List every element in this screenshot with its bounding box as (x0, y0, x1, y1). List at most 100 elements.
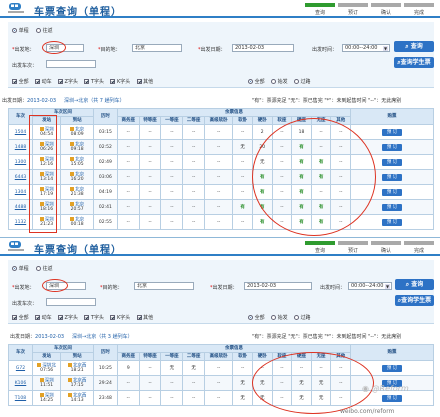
terminal-badge-icon (70, 156, 75, 161)
train-number-link[interactable]: G72 (8, 360, 33, 376)
train-icon (8, 241, 24, 251)
seat-availability: -- (116, 124, 140, 140)
watermark-url: weibo.com/reform (340, 408, 395, 415)
duration-cell: 04:19 (92, 184, 118, 200)
book-cell: 预 订 (350, 214, 434, 230)
filter-other[interactable]: 其他 (136, 315, 153, 321)
date-input[interactable]: 2013-02-03 (244, 282, 312, 290)
filter-z[interactable]: Z字头 (57, 315, 78, 321)
seat-availability: -- (138, 154, 162, 170)
seat-availability: 9 (116, 360, 140, 376)
seat-availability: -- (138, 199, 162, 215)
seat-availability: -- (204, 199, 234, 215)
filter-k[interactable]: K字头 (110, 79, 130, 85)
terminal-badge-icon (70, 186, 75, 191)
trip-one-way[interactable]: 单程 (12, 27, 29, 34)
col-to: 到站 (60, 352, 94, 361)
col-seat: 特等座 (138, 116, 162, 125)
annotation-rect (29, 115, 57, 233)
arrival-cell: 北京 20:57 (60, 199, 94, 215)
time-select[interactable]: 00:00--24:00 ▼ (342, 44, 390, 52)
seat-availability: 无 (232, 139, 253, 155)
seat-availability: -- (204, 169, 234, 185)
duration-cell: 03:15 (92, 124, 118, 140)
col-seat: 二等座 (182, 116, 206, 125)
seat-availability: -- (204, 139, 234, 155)
filter-t[interactable]: T字头 (84, 79, 104, 85)
trip-one-way[interactable]: 单程 (12, 265, 29, 272)
scope-all[interactable]: 全部 (248, 79, 265, 85)
time-select[interactable]: 00:00--24:00 ▼ (348, 282, 392, 290)
scope-passing[interactable]: 过路 (293, 315, 311, 321)
duration-cell: 02:52 (92, 139, 118, 155)
col-seat: 商务座 (116, 116, 140, 125)
train-number-link[interactable]: T108 (8, 390, 33, 406)
student-query-button[interactable]: ⌕查询学生票 (395, 295, 434, 306)
train-no-label: 出发车次： (12, 301, 38, 307)
seat-availability: -- (116, 375, 140, 391)
scope-passing[interactable]: 过路 (293, 79, 311, 85)
query-button[interactable]: ⌕ 查询 (394, 41, 434, 52)
origin-badge-icon (39, 377, 44, 382)
book-button[interactable]: 预 订 (382, 173, 403, 181)
seat-availability: 无 (232, 390, 253, 406)
scope-origin[interactable]: 始发 (270, 79, 288, 85)
seat-availability: -- (138, 375, 162, 391)
book-button[interactable]: 预 订 (382, 128, 403, 136)
results-info: 出发日期：2013-02-03 深圳→北京（共 3 趟列车） "有"：票源充足 … (10, 334, 402, 340)
train-number-link[interactable]: K106 (8, 375, 33, 391)
scope-origin[interactable]: 始发 (270, 315, 288, 321)
book-button[interactable]: 预 订 (382, 143, 403, 151)
col-seat: 高级软卧 (204, 352, 234, 361)
filter-all[interactable]: 全部 (12, 315, 29, 321)
trip-return[interactable]: 往返 (36, 265, 53, 272)
filter-z[interactable]: Z字头 (57, 79, 78, 85)
date-input[interactable]: 2013-02-03 (232, 44, 294, 52)
filter-other[interactable]: 其他 (136, 79, 153, 85)
train-no-input[interactable] (46, 60, 96, 68)
trip-return[interactable]: 往返 (36, 27, 53, 34)
filter-emu[interactable]: 动车 (34, 79, 52, 85)
book-button[interactable]: 预 订 (382, 218, 403, 226)
book-button[interactable]: 预 订 (382, 203, 403, 211)
seat-availability: -- (182, 375, 206, 391)
book-button[interactable]: 预 订 (382, 158, 403, 166)
book-button[interactable]: 预 订 (382, 364, 403, 372)
query-button[interactable]: ⌕ 查询 (395, 279, 434, 290)
terminal-badge-icon (67, 362, 72, 367)
filter-k[interactable]: K字头 (110, 315, 130, 321)
chevron-down-icon: ▼ (383, 46, 388, 51)
origin-badge-icon (37, 362, 42, 367)
col-section: 车次区间 (31, 344, 94, 353)
col-duration: 历时 (92, 108, 118, 125)
seat-availability: -- (116, 390, 140, 406)
from-label: 出发地： (14, 285, 35, 291)
book-button[interactable]: 预 订 (382, 188, 403, 196)
arrival-cell: 北京西 14:13 (60, 390, 94, 406)
to-input[interactable]: 北京 (132, 44, 182, 52)
query-panel-1: 车票查询（单程） 查询 预订 确认 完成 单程 往返 *出发地： 深圳 *目的地… (0, 0, 440, 236)
seat-availability: -- (160, 139, 184, 155)
origin-badge-icon (39, 392, 44, 397)
seat-availability: -- (204, 375, 234, 391)
student-query-button[interactable]: ⌕查询学生票 (394, 57, 434, 68)
train-no-input[interactable] (46, 298, 96, 306)
seat-availability: -- (182, 139, 206, 155)
time-label: 出发时间： (312, 47, 338, 53)
seat-availability: -- (116, 154, 140, 170)
filter-all[interactable]: 全部 (12, 79, 29, 85)
seat-availability: 有 (232, 199, 253, 215)
query-panel-2: 车票查询（单程） 查询 预订 确认 完成 单程 往返 *出发地： 深圳 *目的地… (0, 237, 440, 417)
page-title: 车票查询（单程） (34, 7, 122, 18)
results-info: 出发日期：2013-02-03 深圳→北京（共 7 趟列车） "有"：票源充足 … (2, 98, 402, 104)
scope-all[interactable]: 全部 (248, 315, 265, 321)
filter-t[interactable]: T字头 (84, 315, 104, 321)
seat-availability: -- (182, 124, 206, 140)
table-row: 1132 深圳 21:23 北京 00:18 02:55 -- -- -- -- -- -- 有 -- 有有… (8, 214, 434, 230)
filter-emu[interactable]: 动车 (34, 315, 52, 321)
col-seat: 一等座 (160, 116, 184, 125)
seat-availability: 无 (160, 360, 184, 376)
seat-availability: -- (116, 184, 140, 200)
to-input[interactable]: 北京 (134, 282, 194, 290)
book-button[interactable]: 预 订 (382, 394, 403, 402)
